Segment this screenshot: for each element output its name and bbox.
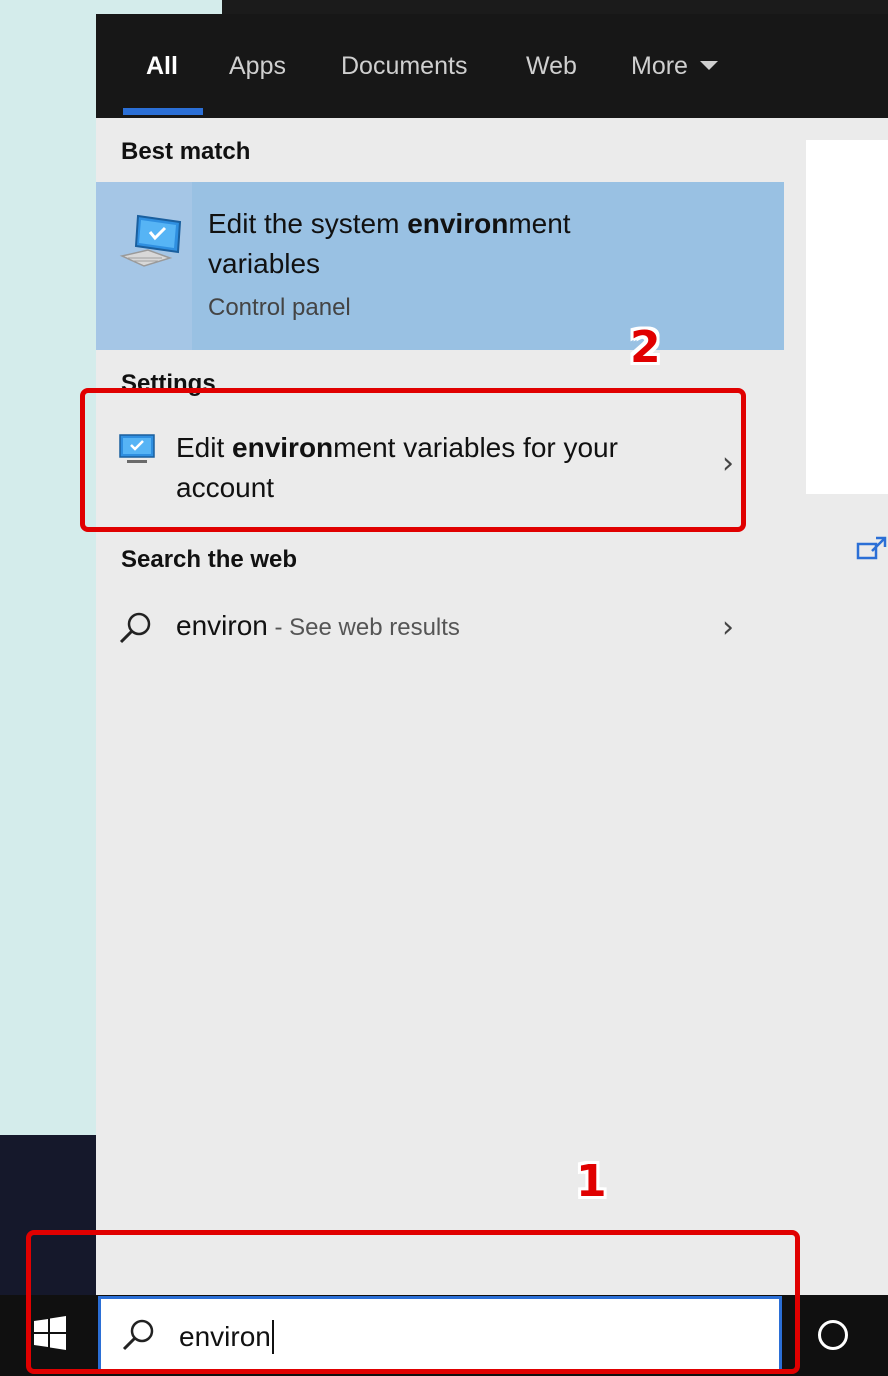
chevron-right-icon[interactable]: › [722, 610, 734, 645]
annotation-box-1 [26, 1230, 800, 1374]
background-window-strip [222, 0, 888, 14]
search-panel: All Apps Documents Web More Best match E… [96, 14, 888, 1296]
best-match-subtitle: Control panel [208, 294, 351, 321]
best-match-title-pre: Edit the system [208, 208, 408, 239]
best-match-item[interactable]: Edit the system environment variables Co… [96, 182, 784, 350]
web-query: environ [176, 610, 268, 641]
caret-down-icon [699, 60, 718, 70]
web-result-text: environ - See web results [176, 606, 460, 648]
annotation-number-2: 2 [630, 322, 661, 373]
results-list: Best match Edit the system environment v… [96, 118, 784, 1296]
open-external-icon[interactable] [856, 536, 888, 562]
preview-pane [806, 140, 888, 494]
tab-more-label: More [631, 52, 688, 80]
tab-bar: All Apps Documents Web More [96, 14, 888, 118]
web-result-item[interactable]: environ - See web results › [96, 598, 784, 662]
cortana-icon[interactable] [818, 1320, 848, 1350]
tab-more[interactable]: More [631, 50, 718, 82]
tab-apps[interactable]: Apps [229, 50, 286, 82]
best-match-title: Edit the system environment variables [208, 204, 648, 284]
best-match-heading: Best match [121, 138, 251, 165]
active-tab-indicator [123, 108, 203, 115]
web-suffix: - See web results [267, 614, 460, 641]
search-icon [119, 612, 151, 644]
tab-documents[interactable]: Documents [341, 50, 467, 82]
annotation-number-1: 1 [576, 1156, 607, 1207]
preview-pane-lower [806, 496, 888, 1296]
tab-web[interactable]: Web [526, 50, 577, 82]
tab-all[interactable]: All [146, 50, 178, 82]
computer-monitor-icon [119, 214, 182, 267]
web-heading: Search the web [121, 546, 298, 573]
best-match-title-bold: environ [407, 208, 509, 239]
best-match-icon-area [96, 182, 192, 350]
annotation-box-2 [80, 388, 746, 532]
